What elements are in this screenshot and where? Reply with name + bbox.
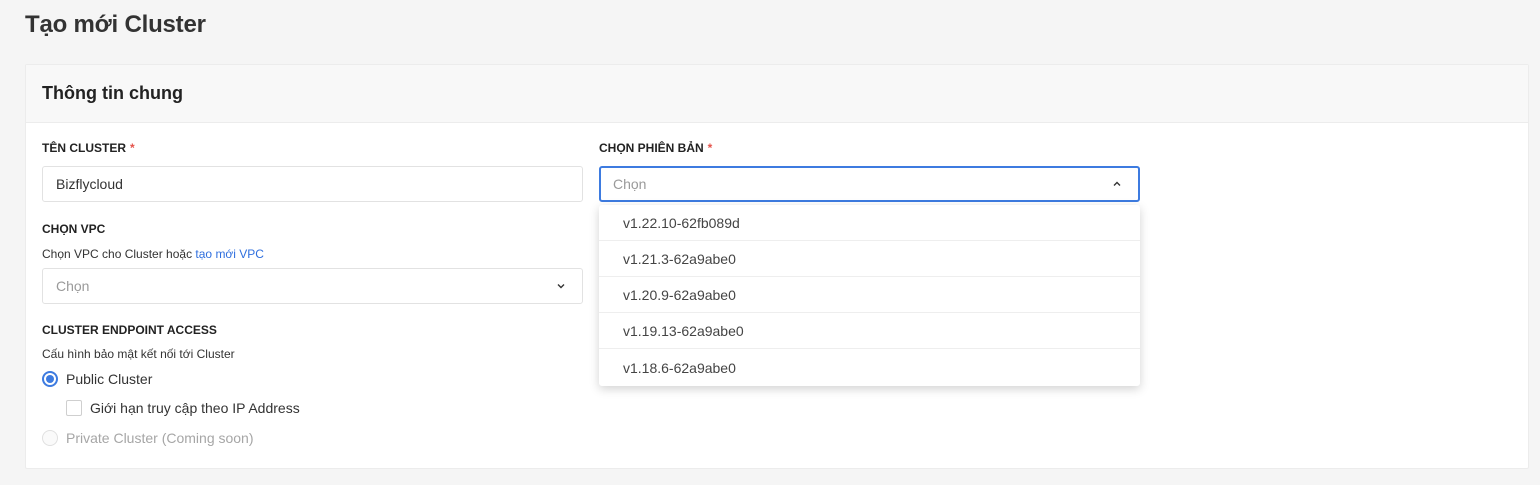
- version-option[interactable]: v1.19.13-62a9abe0: [599, 313, 1140, 349]
- public-cluster-option[interactable]: Public Cluster: [42, 371, 152, 387]
- version-option[interactable]: v1.22.10-62fb089d: [599, 205, 1140, 241]
- version-option[interactable]: v1.20.9-62a9abe0: [599, 277, 1140, 313]
- ip-limit-checkbox[interactable]: [66, 400, 82, 416]
- card-title: Thông tin chung: [42, 83, 183, 103]
- version-label-text: CHỌN PHIÊN BẢN: [599, 141, 704, 155]
- version-dropdown-menu: v1.22.10-62fb089d v1.21.3-62a9abe0 v1.20…: [599, 205, 1140, 386]
- private-cluster-radio: [42, 430, 58, 446]
- required-mark: *: [707, 141, 713, 155]
- vpc-select[interactable]: Chọn: [42, 268, 583, 304]
- public-cluster-label: Public Cluster: [66, 371, 153, 387]
- chevron-up-icon: [1113, 181, 1121, 186]
- version-option[interactable]: v1.18.6-62a9abe0: [599, 349, 1140, 386]
- private-cluster-label: Private Cluster (Coming soon): [66, 430, 254, 446]
- version-label: CHỌN PHIÊN BẢN *: [599, 141, 712, 155]
- version-option[interactable]: v1.21.3-62a9abe0: [599, 241, 1140, 277]
- vpc-help-text: Chọn VPC cho Cluster hoặc: [42, 247, 196, 261]
- private-cluster-option: Private Cluster (Coming soon): [42, 430, 254, 446]
- public-cluster-radio[interactable]: [42, 371, 58, 387]
- endpoint-label: CLUSTER ENDPOINT ACCESS: [42, 323, 217, 337]
- vpc-label: CHỌN VPC: [42, 222, 106, 236]
- chevron-down-icon: [557, 284, 565, 289]
- version-select[interactable]: Chọn: [599, 166, 1140, 202]
- cluster-name-label: TÊN CLUSTER *: [42, 141, 135, 155]
- cluster-name-label-text: TÊN CLUSTER: [42, 141, 126, 155]
- ip-limit-label: Giới hạn truy cập theo IP Address: [90, 400, 300, 416]
- create-vpc-link[interactable]: tạo mới VPC: [195, 247, 264, 261]
- cluster-name-input[interactable]: Bizflycloud: [42, 166, 583, 202]
- cluster-name-value: Bizflycloud: [56, 176, 123, 192]
- card-header: Thông tin chung: [26, 65, 1528, 123]
- endpoint-help: Cấu hình bảo mật kết nối tới Cluster: [42, 347, 235, 361]
- version-placeholder: Chọn: [613, 176, 647, 192]
- required-mark: *: [130, 141, 135, 155]
- vpc-placeholder: Chọn: [56, 278, 90, 294]
- page-title: Tạo mới Cluster: [25, 11, 206, 38]
- ip-limit-option[interactable]: Giới hạn truy cập theo IP Address: [66, 400, 300, 416]
- vpc-help: Chọn VPC cho Cluster hoặc tạo mới VPC: [42, 247, 264, 261]
